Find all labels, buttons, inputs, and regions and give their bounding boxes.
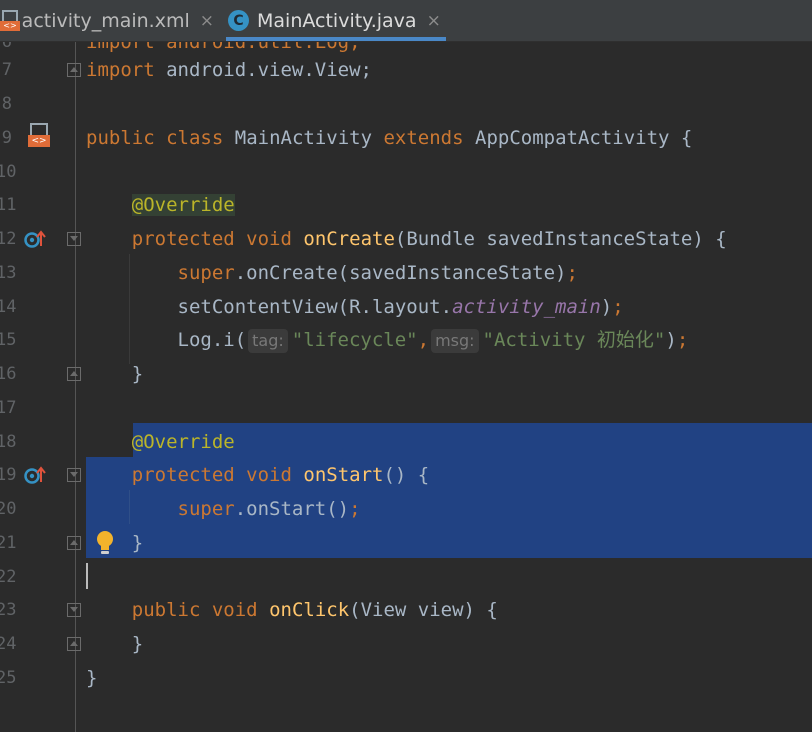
code-line: 8 bbox=[0, 87, 812, 121]
override-method-icon[interactable] bbox=[24, 228, 46, 250]
code-line: 15 Log.i(tag: "lifecycle", msg: "Activity 初… bbox=[0, 323, 812, 357]
code-line: 22 bbox=[0, 560, 812, 594]
fold-end-icon[interactable] bbox=[67, 367, 81, 381]
code-text: super.onStart(); bbox=[177, 498, 361, 520]
tab-label: activity_main.xml bbox=[21, 9, 190, 32]
line-number: 23 bbox=[0, 600, 17, 620]
line-number: 19 bbox=[0, 465, 17, 485]
code-line: 13 super.onCreate(savedInstanceState); bbox=[0, 256, 812, 290]
code-line: 23 public void onClick(View view) { bbox=[0, 593, 812, 627]
code-text: protected void onCreate(Bundle savedInst… bbox=[131, 228, 727, 250]
code-line: 19 protected void onStart() { bbox=[0, 458, 812, 492]
tab-main-activity-java[interactable]: C MainActivity.java × bbox=[222, 0, 446, 41]
tab-activity-main-xml[interactable]: <> activity_main.xml × bbox=[0, 0, 214, 41]
code-text: } bbox=[131, 363, 144, 385]
parameter-hint: msg: bbox=[431, 329, 479, 353]
close-icon[interactable]: × bbox=[200, 11, 214, 31]
code-text: @Override bbox=[131, 431, 235, 453]
code-text: } bbox=[131, 532, 144, 554]
line-number: 10 bbox=[0, 162, 17, 182]
code-text: @Override bbox=[131, 194, 235, 216]
fold-end-icon[interactable] bbox=[67, 63, 81, 77]
line-number: 13 bbox=[0, 263, 17, 283]
code-line: 18 @Override bbox=[0, 425, 812, 459]
line-number: 12 bbox=[0, 229, 17, 249]
fold-start-icon[interactable] bbox=[67, 232, 81, 246]
code-line: 10 bbox=[0, 155, 812, 189]
code-line: 11 @Override bbox=[0, 188, 812, 222]
line-number: 11 bbox=[0, 195, 17, 215]
code-text: Log.i(tag: "lifecycle", msg: "Activity 初始化"… bbox=[177, 329, 689, 353]
line-number: 15 bbox=[0, 330, 17, 350]
code-text: setContentView(R.layout.activity_main); bbox=[177, 296, 624, 318]
editor-tab-bar: <> activity_main.xml × C MainActivity.ja… bbox=[0, 0, 812, 42]
line-number: 21 bbox=[0, 533, 17, 553]
line-number: 25 bbox=[0, 668, 17, 688]
code-line: 17 bbox=[0, 391, 812, 425]
code-line: 21 } bbox=[0, 526, 812, 560]
code-text: } bbox=[86, 667, 98, 689]
line-number: 17 bbox=[0, 398, 17, 418]
code-line: 24 } bbox=[0, 627, 812, 661]
line-number: 24 bbox=[0, 634, 17, 654]
code-line: 16 } bbox=[0, 357, 812, 391]
parameter-hint: tag: bbox=[248, 329, 288, 353]
close-icon[interactable]: × bbox=[427, 11, 441, 31]
code-text: super.onCreate(savedInstanceState); bbox=[177, 262, 578, 284]
code-line: 12 protected void onCreate(Bundle savedI… bbox=[0, 222, 812, 256]
line-number: 16 bbox=[0, 364, 17, 384]
line-number: 9 bbox=[1, 128, 12, 148]
code-line: 20 super.onStart(); bbox=[0, 492, 812, 526]
tab-label: MainActivity.java bbox=[257, 9, 417, 32]
line-number: 20 bbox=[0, 499, 17, 519]
code-editor[interactable]: 6 import android.util.Log; 7 import andr… bbox=[0, 42, 812, 732]
fold-start-icon[interactable] bbox=[67, 603, 81, 617]
active-tab-indicator bbox=[226, 37, 446, 41]
line-number: 7 bbox=[1, 60, 12, 80]
override-method-icon[interactable] bbox=[24, 464, 46, 486]
fold-start-icon[interactable] bbox=[67, 468, 81, 482]
code-text: import android.view.View; bbox=[86, 59, 372, 81]
xml-layout-icon: <> bbox=[0, 9, 20, 33]
code-line: 9 <> public class MainActivity extends A… bbox=[0, 121, 812, 155]
related-layout-icon[interactable]: <> bbox=[26, 123, 52, 149]
code-text: public class MainActivity extends AppCom… bbox=[86, 127, 693, 149]
line-number: 14 bbox=[0, 297, 17, 317]
fold-end-icon[interactable] bbox=[67, 637, 81, 651]
code-text: public void onClick(View view) { bbox=[131, 599, 498, 621]
code-line: 25 } bbox=[0, 661, 812, 695]
line-number: 8 bbox=[1, 94, 12, 114]
fold-end-icon[interactable] bbox=[67, 536, 81, 550]
text-caret bbox=[86, 563, 88, 589]
line-number: 18 bbox=[0, 432, 17, 452]
code-line: 14 setContentView(R.layout.activity_main… bbox=[0, 290, 812, 324]
code-text: protected void onStart() { bbox=[131, 464, 430, 486]
line-number: 22 bbox=[0, 567, 17, 587]
code-text: } bbox=[131, 633, 144, 655]
java-class-icon: C bbox=[228, 10, 249, 31]
code-line: 7 import android.view.View; bbox=[0, 53, 812, 87]
